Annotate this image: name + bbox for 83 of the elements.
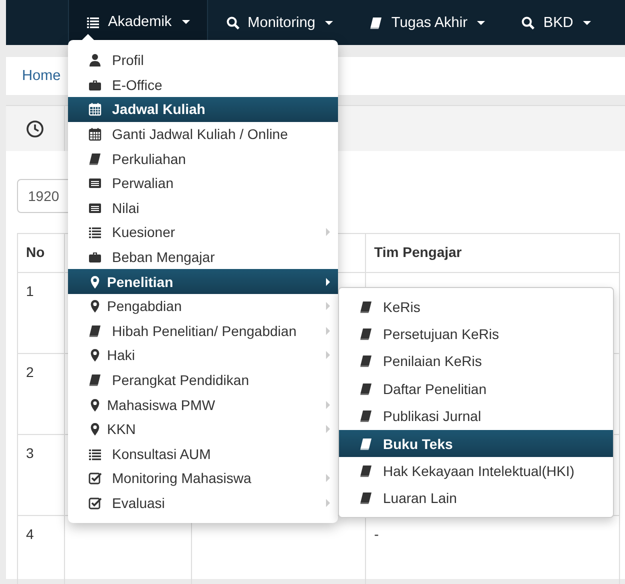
caret-icon	[326, 302, 330, 310]
caret-icon	[326, 474, 330, 482]
menu-item[interactable]: Kuesioner	[68, 220, 338, 245]
table-cell: -	[374, 526, 379, 542]
briefcase-icon	[88, 250, 102, 264]
menu-item[interactable]: Mahasiswa PMW	[68, 392, 338, 417]
caret-icon	[326, 278, 330, 286]
caret-icon	[326, 326, 330, 335]
menu-item[interactable]: Beban Mengajar	[68, 244, 338, 270]
book-icon	[359, 300, 373, 314]
map-marker-icon	[88, 398, 102, 412]
book-icon	[369, 16, 384, 30]
user-icon	[88, 53, 102, 68]
list-icon	[86, 15, 100, 29]
menu-item[interactable]: Pengabdian	[68, 294, 338, 319]
menu-item[interactable]: Haki	[68, 343, 338, 368]
menu-item[interactable]: Penilaian KeRis	[339, 348, 613, 376]
checkbox-icon	[88, 496, 102, 510]
menu-item[interactable]: Hibah Penelitian/ Pengabdian	[68, 318, 338, 344]
calendar-icon	[88, 127, 102, 142]
column-header: No	[26, 244, 45, 260]
nav-menu[interactable]: BKD	[503, 0, 610, 45]
book-icon	[88, 373, 102, 388]
book-icon	[359, 409, 373, 424]
card-icon	[88, 200, 102, 215]
menu-item[interactable]: Konsultasi AUM	[68, 442, 338, 466]
menu-item[interactable]: Publikasi Jurnal	[339, 402, 613, 430]
menu-item[interactable]: Profil	[68, 48, 338, 73]
briefcase-icon	[88, 78, 102, 92]
menu-item[interactable]: E-Office	[68, 72, 338, 98]
menu-item[interactable]: Perkuliahan	[68, 146, 338, 171]
nav-menu[interactable]: Monitoring	[208, 0, 352, 45]
book-icon	[88, 152, 102, 166]
caret-icon	[326, 498, 330, 507]
menu-item[interactable]: KeRis	[339, 293, 613, 320]
caret-icon	[583, 20, 592, 24]
nav-menu[interactable]: Tugas Akhir	[351, 0, 504, 45]
table-cell: 2	[26, 364, 34, 380]
book-icon	[359, 354, 373, 368]
calendar-icon	[88, 102, 102, 116]
menu-item[interactable]: Perwalian	[68, 170, 338, 196]
map-marker-icon	[88, 299, 102, 314]
caret-icon	[326, 228, 330, 236]
caret-icon	[326, 351, 330, 360]
menu-item[interactable]: Luaran Lain	[339, 484, 613, 512]
caret-icon	[182, 20, 190, 24]
caret-icon	[326, 400, 330, 409]
book-icon	[359, 436, 373, 451]
table-cell: 3	[26, 445, 34, 461]
menu-item[interactable]: Ganti Jadwal Kuliah / Online	[68, 122, 338, 146]
menu-item[interactable]: Penelitian	[68, 269, 338, 294]
book-icon	[359, 382, 373, 396]
search-icon	[521, 16, 536, 30]
table-cell: 4	[26, 526, 34, 542]
menu-item[interactable]: KKN	[68, 416, 338, 442]
menu-item[interactable]: Hak Kekayaan Intelektual(HKI)	[339, 457, 613, 485]
column-header: Tim Pengajar	[374, 244, 462, 260]
breadcrumb-link[interactable]: Home	[22, 68, 61, 84]
book-icon	[359, 327, 373, 342]
table-cell: 1	[26, 283, 34, 299]
menu-item[interactable]: Daftar Penelitian	[339, 375, 613, 403]
book-icon	[88, 324, 102, 338]
menu-item[interactable]: Evaluasi	[68, 490, 338, 516]
checkbox-icon	[88, 471, 102, 486]
map-marker-icon	[88, 274, 102, 289]
card-icon	[88, 176, 102, 190]
menu-item[interactable]: Nilai	[68, 196, 338, 220]
book-icon	[359, 464, 373, 478]
map-marker-icon	[88, 348, 102, 362]
caret-icon	[326, 425, 330, 434]
menu-item[interactable]: Perangkat Pendidikan	[68, 368, 338, 392]
search-icon	[226, 16, 240, 30]
list-icon	[88, 446, 102, 461]
caret-icon	[477, 20, 486, 24]
book-icon	[359, 491, 373, 506]
menu-item[interactable]: Buku Teks	[339, 430, 613, 458]
clock-icon	[26, 120, 44, 138]
menu-item[interactable]: Jadwal Kuliah	[68, 97, 338, 122]
menu-item[interactable]: Monitoring Mahasiswa	[68, 466, 338, 491]
map-marker-icon	[88, 422, 102, 436]
list-icon	[88, 225, 102, 240]
caret-icon	[325, 20, 334, 24]
menu-item[interactable]: Persetujuan KeRis	[339, 320, 613, 348]
